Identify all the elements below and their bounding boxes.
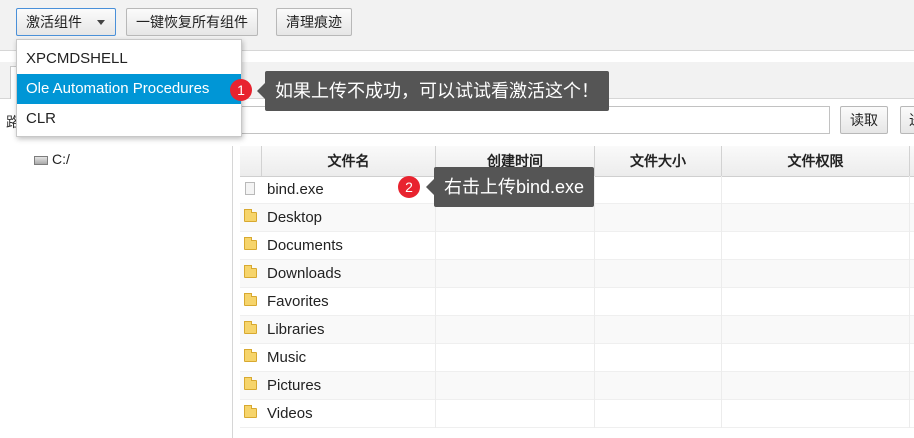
table-cell [436, 372, 595, 400]
table-row[interactable]: Desktop [240, 204, 914, 232]
table-cell [595, 288, 722, 316]
table-row[interactable]: Libraries [240, 316, 914, 344]
table-cell [595, 372, 722, 400]
directory-tree: C:/ [0, 146, 233, 438]
table-cell [595, 344, 722, 372]
table-row[interactable]: Favorites [240, 288, 914, 316]
table-cell [722, 204, 910, 232]
table-row[interactable]: Videos [240, 400, 914, 428]
table-cell [436, 288, 595, 316]
folder-icon [244, 209, 257, 222]
tree-item-c-drive[interactable]: C:/ [34, 151, 70, 167]
table-cell [436, 316, 595, 344]
table-cell [595, 260, 722, 288]
table-cell [722, 260, 910, 288]
table-cell [722, 316, 910, 344]
annotation-callout-2: 右击上传bind.exe [425, 167, 595, 207]
table-cell [722, 176, 910, 204]
activate-components-dropdown[interactable]: 激活组件 [16, 8, 116, 36]
table-cell [722, 344, 910, 372]
file-name: Music [267, 349, 307, 366]
table-cell [722, 400, 910, 428]
file-name: Desktop [267, 209, 323, 226]
table-cell [595, 176, 722, 204]
drive-icon [34, 156, 48, 165]
table-row[interactable]: Music [240, 344, 914, 372]
tree-item-label: C:/ [52, 151, 70, 167]
table-cell [722, 288, 910, 316]
menu-item-clr[interactable]: CLR [17, 104, 241, 134]
table-row[interactable]: Downloads [240, 260, 914, 288]
table-cell [595, 400, 722, 428]
folder-icon [244, 349, 257, 362]
table-cell [722, 232, 910, 260]
table-row[interactable]: Documents [240, 232, 914, 260]
table-cell [595, 204, 722, 232]
menu-item-xpcmdshell[interactable]: XPCMDSHELL [17, 44, 241, 74]
file-name: Downloads [267, 265, 342, 282]
annotation-badge-1: 1 [230, 79, 252, 101]
table-row[interactable]: Pictures [240, 372, 914, 400]
table-cell [436, 344, 595, 372]
table-cell [722, 372, 910, 400]
table-cell [436, 204, 595, 232]
chevron-down-icon [97, 20, 105, 25]
column-header-filename[interactable]: 文件名 [262, 146, 436, 176]
annotation-callout-1: 如果上传不成功，可以试试看激活这个！ [257, 71, 609, 111]
header-icon-column [240, 146, 262, 176]
folder-icon [244, 405, 257, 418]
menu-item-ole-automation[interactable]: Ole Automation Procedures [17, 74, 241, 104]
annotation-badge-2: 2 [398, 176, 420, 198]
table-cell [595, 232, 722, 260]
enter-button[interactable]: 进 [900, 106, 914, 134]
folder-icon [244, 293, 257, 306]
column-header-size[interactable]: 文件大小 [595, 146, 722, 176]
file-name: Favorites [267, 293, 329, 310]
file-name: Libraries [267, 321, 325, 338]
read-button[interactable]: 读取 [840, 106, 888, 134]
folder-icon [244, 377, 257, 390]
column-header-permissions[interactable]: 文件权限 [722, 146, 910, 176]
file-name: Videos [267, 405, 313, 422]
activate-components-label: 激活组件 [26, 14, 82, 30]
file-name: Pictures [267, 377, 322, 394]
folder-icon [244, 237, 257, 250]
file-name: Documents [267, 237, 343, 254]
activate-components-menu: XPCMDSHELL Ole Automation Procedures CLR [16, 39, 242, 137]
table-cell [595, 316, 722, 344]
clean-traces-button[interactable]: 清理痕迹 [276, 8, 352, 36]
restore-all-components-button[interactable]: 一键恢复所有组件 [126, 8, 258, 36]
file-icon [245, 182, 255, 195]
table-cell [436, 400, 595, 428]
file-name: bind.exe [267, 181, 324, 198]
table-cell [436, 232, 595, 260]
folder-icon [244, 265, 257, 278]
folder-icon [244, 321, 257, 334]
table-cell [436, 260, 595, 288]
